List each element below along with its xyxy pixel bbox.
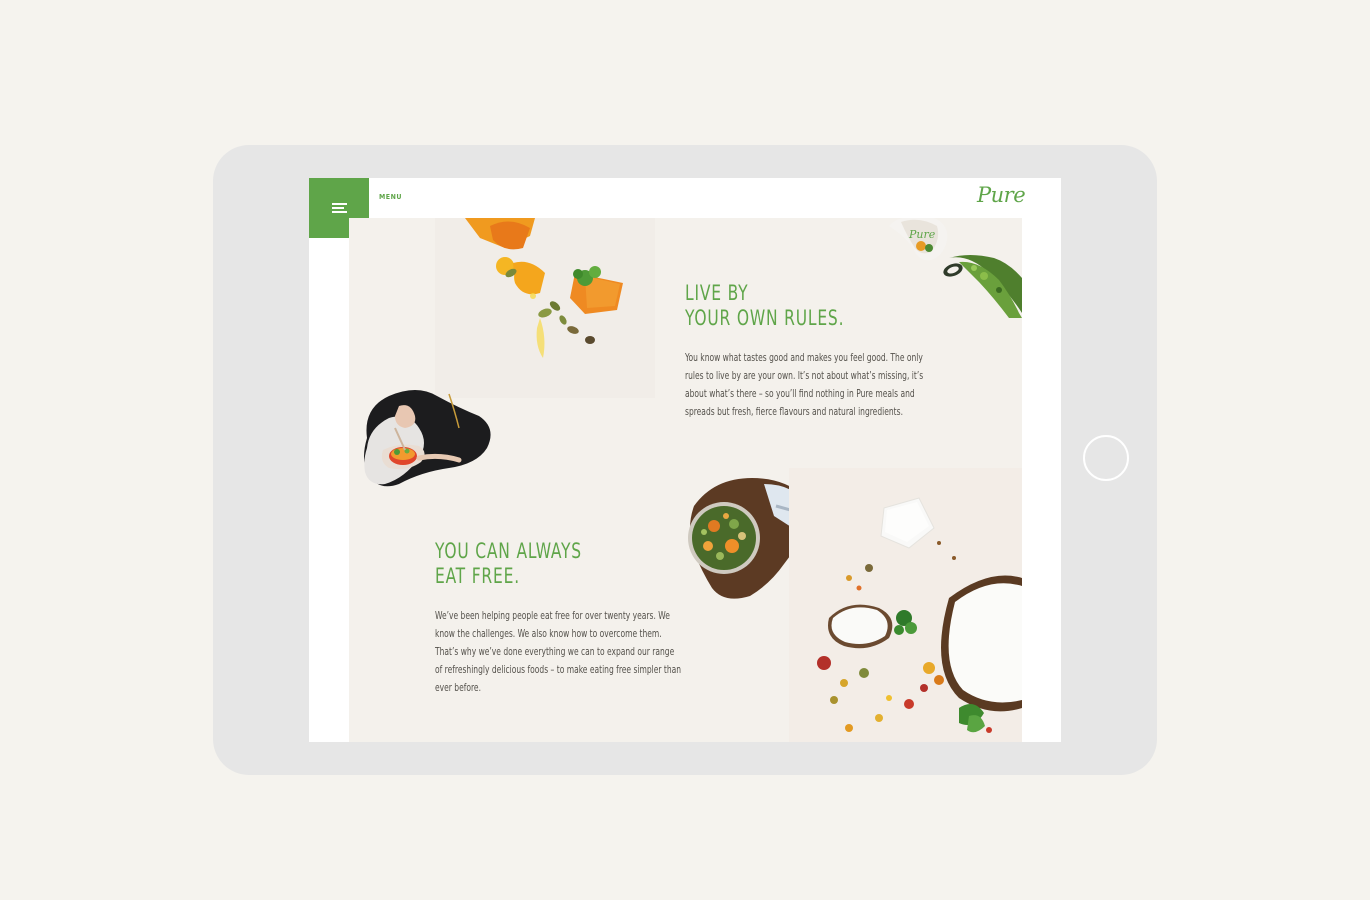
tablet-screen: MENU Pure Pure LIVE BY YOUR OWN RULES. Y… bbox=[309, 178, 1061, 742]
section2-heading-line1: YOU CAN ALWAYS bbox=[435, 539, 582, 563]
menu-label[interactable]: MENU bbox=[379, 193, 402, 201]
squash-food-image bbox=[435, 218, 655, 398]
section2-heading: YOU CAN ALWAYS EAT FREE. bbox=[435, 539, 582, 589]
spoon-food-image: Pure bbox=[889, 218, 1022, 318]
tablet-frame: MENU Pure Pure LIVE BY YOUR OWN RULES. Y… bbox=[213, 145, 1157, 775]
section2-body: We’ve been helping people eat free for o… bbox=[435, 610, 682, 694]
section1-heading: LIVE BY YOUR OWN RULES. bbox=[685, 281, 844, 331]
hamburger-icon bbox=[331, 203, 347, 213]
section1-body: You know what tastes good and makes you … bbox=[685, 352, 924, 418]
section1-heading-line2: YOUR OWN RULES. bbox=[685, 306, 845, 330]
woman-eating-image bbox=[359, 388, 494, 490]
main-content: Pure LIVE BY YOUR OWN RULES. You know wh… bbox=[349, 218, 1022, 742]
home-button[interactable] bbox=[1083, 435, 1129, 481]
pure-logo[interactable]: Pure bbox=[977, 183, 1026, 207]
coconut-spices-image bbox=[789, 468, 1022, 742]
svg-text:Pure: Pure bbox=[908, 228, 936, 241]
section2-heading-line2: EAT FREE. bbox=[435, 564, 520, 588]
section1-heading-line1: LIVE BY bbox=[685, 281, 749, 305]
